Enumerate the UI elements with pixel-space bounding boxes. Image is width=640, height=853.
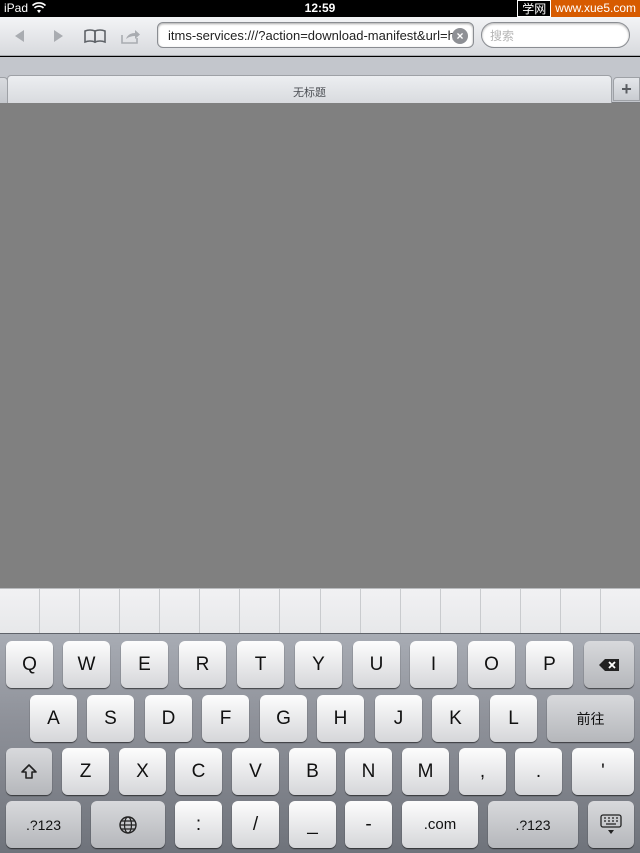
web-content[interactable] — [0, 103, 640, 588]
key-x[interactable]: X — [119, 748, 166, 795]
candidate-cell[interactable] — [561, 589, 601, 633]
key-n[interactable]: N — [345, 748, 392, 795]
share-button[interactable] — [117, 23, 145, 49]
key-e[interactable]: E — [121, 641, 168, 688]
key-underscore[interactable]: _ — [289, 801, 336, 848]
key-w[interactable]: W — [63, 641, 110, 688]
candidate-cell[interactable] — [441, 589, 481, 633]
candidate-cell[interactable] — [40, 589, 81, 633]
candidate-cell[interactable] — [120, 589, 161, 633]
hide-keyboard-key[interactable] — [588, 801, 634, 848]
candidate-cell[interactable] — [521, 589, 561, 633]
candidate-cell[interactable] — [80, 589, 121, 633]
share-icon — [121, 30, 140, 44]
tab-title: 无标题 — [293, 87, 326, 99]
globe-icon — [119, 815, 137, 834]
browser-toolbar: itms-services:///?action=download-manife… — [0, 17, 640, 56]
back-icon — [15, 30, 24, 42]
key-j[interactable]: J — [375, 695, 422, 742]
clear-icon[interactable]: × — [452, 28, 468, 44]
numbers-key-left[interactable]: .?123 — [6, 801, 81, 848]
watermark-url: www.xue5.com — [551, 0, 640, 17]
key-i[interactable]: I — [410, 641, 457, 688]
key-r[interactable]: R — [179, 641, 226, 688]
candidate-cell[interactable] — [481, 589, 521, 633]
bookmarks-icon — [84, 29, 106, 44]
search-field[interactable] — [481, 22, 630, 48]
forward-button[interactable] — [44, 23, 72, 49]
input-candidate-bar — [0, 588, 640, 633]
candidate-cell[interactable] — [280, 589, 321, 633]
backspace-key[interactable] — [584, 641, 634, 688]
key-hyphen[interactable]: - — [345, 801, 392, 848]
key-o[interactable]: O — [468, 641, 515, 688]
dotcom-key[interactable]: .com — [402, 801, 478, 848]
key-apostrophe[interactable]: ' — [572, 748, 634, 795]
bookmarks-button[interactable] — [81, 23, 109, 49]
key-v[interactable]: V — [232, 748, 279, 795]
candidate-cell[interactable] — [401, 589, 441, 633]
address-bar[interactable]: itms-services:///?action=download-manife… — [157, 22, 474, 48]
key-f[interactable]: F — [202, 695, 249, 742]
key-b[interactable]: B — [289, 748, 336, 795]
go-key[interactable]: 前往 — [547, 695, 634, 742]
candidate-cell[interactable] — [361, 589, 401, 633]
key-t[interactable]: T — [237, 641, 284, 688]
backspace-icon — [599, 658, 619, 671]
search-input[interactable] — [490, 27, 620, 44]
key-comma[interactable]: , — [459, 748, 506, 795]
candidate-cell[interactable] — [240, 589, 281, 633]
key-l[interactable]: L — [490, 695, 537, 742]
tab-strip: 无标题 + — [0, 57, 640, 103]
numbers-key-right[interactable]: .?123 — [488, 801, 578, 848]
tab-untitled[interactable]: 无标题 — [7, 75, 612, 103]
key-c[interactable]: C — [175, 748, 222, 795]
url-text[interactable]: itms-services:///?action=download-manife… — [168, 28, 453, 43]
key-y[interactable]: Y — [295, 641, 342, 688]
globe-key[interactable] — [91, 801, 165, 848]
key-g[interactable]: G — [260, 695, 307, 742]
key-k[interactable]: K — [432, 695, 479, 742]
shift-key[interactable] — [6, 748, 52, 795]
key-m[interactable]: M — [402, 748, 449, 795]
key-a[interactable]: A — [30, 695, 77, 742]
key-p[interactable]: P — [526, 641, 573, 688]
back-button[interactable] — [6, 23, 34, 49]
shift-icon — [21, 763, 37, 779]
status-bar: iPad 12:59 学网 www.xue5.com — [0, 0, 640, 17]
key-s[interactable]: S — [87, 695, 134, 742]
new-tab-button[interactable]: + — [613, 77, 640, 101]
key-h[interactable]: H — [317, 695, 364, 742]
on-screen-keyboard: Q W E R T Y U I O P A S D F G H J K L 前往… — [0, 633, 640, 853]
watermark: 学网 www.xue5.com — [517, 0, 640, 17]
key-u[interactable]: U — [353, 641, 400, 688]
candidate-cell[interactable] — [601, 589, 640, 633]
key-q[interactable]: Q — [6, 641, 53, 688]
key-d[interactable]: D — [145, 695, 192, 742]
candidate-cell[interactable] — [200, 589, 241, 633]
watermark-cn: 学网 — [517, 0, 552, 17]
key-period[interactable]: . — [515, 748, 562, 795]
candidate-cell[interactable] — [0, 589, 41, 633]
candidate-cell[interactable] — [160, 589, 201, 633]
forward-icon — [54, 30, 63, 42]
hide-keyboard-icon — [600, 813, 622, 834]
key-slash[interactable]: / — [232, 801, 279, 848]
candidate-cell[interactable] — [321, 589, 361, 633]
key-z[interactable]: Z — [62, 748, 109, 795]
key-colon[interactable]: : — [175, 801, 222, 848]
new-tab-icon: + — [621, 78, 632, 99]
